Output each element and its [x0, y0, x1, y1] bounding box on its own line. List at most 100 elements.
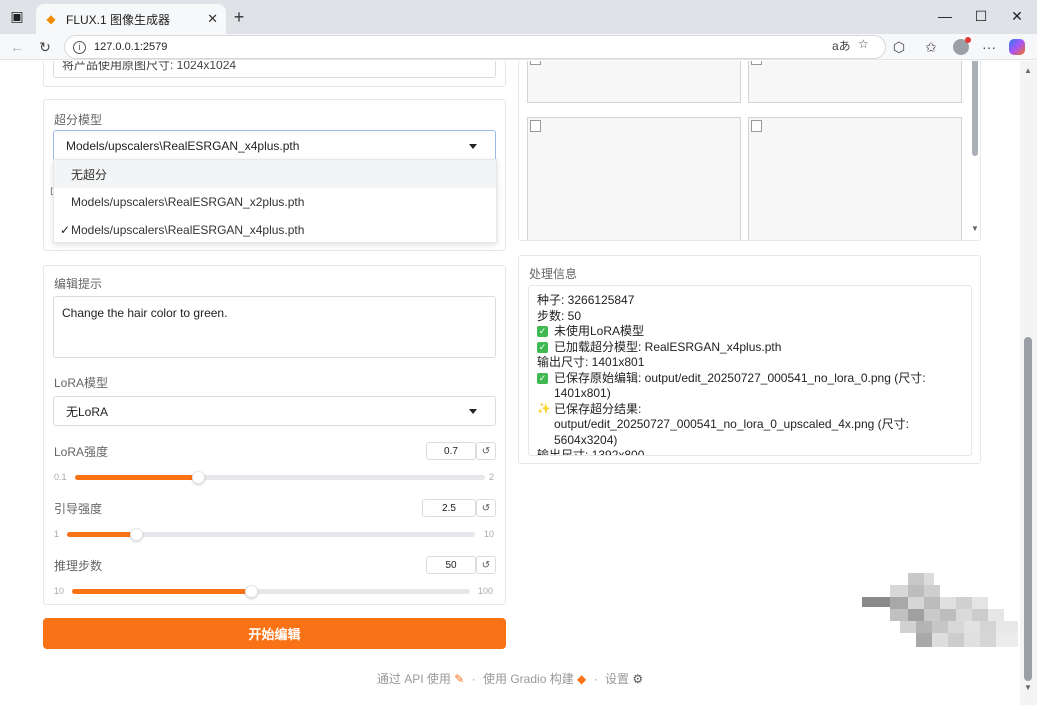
page-viewport: 将产品使用原图尺寸: 1024x1024 超分模型 Models/upscale…: [0, 61, 1020, 701]
guidance-reset-icon[interactable]: ↺: [476, 499, 496, 517]
back-icon[interactable]: ←: [6, 36, 28, 58]
sidebar-toggle-icon[interactable]: ▣: [0, 0, 34, 32]
minimize-icon[interactable]: —: [925, 0, 965, 32]
upscaler-selected: Models/upscalers\RealESRGAN_x4plus.pth: [66, 138, 300, 153]
footer-separator: ·: [593, 672, 598, 686]
gallery-image[interactable]: [527, 117, 741, 240]
address-bar[interactable]: i 127.0.0.1:2579: [64, 35, 886, 59]
broken-image-icon: [530, 61, 541, 65]
page-scrollbar[interactable]: ▲ ▼: [1020, 61, 1037, 705]
upscaler-option-x2[interactable]: Models/upscalers\RealESRGAN_x2plus.pth: [54, 188, 496, 216]
slider-thumb[interactable]: [245, 585, 259, 598]
upscaler-options-menu: 无超分 Models/upscalers\RealESRGAN_x2plus.p…: [53, 159, 497, 243]
guidance-slider[interactable]: [67, 528, 475, 541]
lora-strength-min: 0.1: [54, 472, 67, 482]
sparkle-icon: ✨: [537, 402, 551, 415]
upscaler-option-x4[interactable]: ✓ Models/upscalers\RealESRGAN_x4plus.pth: [54, 216, 496, 244]
info-line-text: 输出尺寸: 1392x800: [537, 448, 645, 456]
green-check-icon: ✓: [537, 372, 548, 384]
top-field-block: 将产品使用原图尺寸: 1024x1024: [43, 61, 506, 87]
chevron-down-icon: [469, 409, 477, 414]
guidance-label: 引导强度: [54, 502, 103, 516]
info-line-text: 已加载超分模型: RealESRGAN_x4plus.pth: [554, 339, 782, 354]
guidance-max: 10: [484, 529, 495, 539]
guidance-input[interactable]: 2.5: [422, 499, 476, 517]
gear-icon: ⚙: [632, 672, 644, 686]
guidance-min: 1: [54, 529, 60, 539]
translate-icon[interactable]: aあ: [832, 37, 851, 54]
info-line: 步数: 50: [537, 309, 963, 325]
maximize-icon[interactable]: ☐: [961, 0, 1001, 32]
lora-strength-label: LoRA强度: [54, 445, 109, 459]
info-line-text: 已保存超分结果: output/edit_20250727_000541_no_…: [554, 401, 909, 447]
slider-thumb[interactable]: [130, 528, 144, 541]
close-tab-icon[interactable]: ✕: [207, 11, 218, 27]
info-line-text: 未使用LoRA模型: [554, 324, 645, 338]
gallery-scrollbar[interactable]: [972, 61, 978, 156]
lora-model-dropdown[interactable]: 无LoRA: [53, 396, 496, 426]
chevron-down-icon: [469, 143, 477, 149]
slider-fill: [75, 475, 198, 480]
info-line: ✓ 已加载超分模型: RealESRGAN_x4plus.pth: [537, 340, 963, 356]
gallery-image[interactable]: [748, 117, 962, 240]
extensions-icon[interactable]: ⬡: [888, 36, 910, 58]
lora-strength-input[interactable]: 0.7: [426, 442, 476, 460]
site-info-icon[interactable]: i: [73, 40, 86, 54]
output-gallery: ▼: [518, 61, 981, 241]
steps-slider[interactable]: [72, 585, 470, 598]
start-edit-button[interactable]: 开始编辑: [43, 618, 506, 649]
favorite-star-icon[interactable]: ☆: [858, 37, 869, 51]
lora-strength-slider[interactable]: [75, 471, 485, 484]
url-text: 127.0.0.1:2579: [94, 41, 168, 53]
page-footer: 通过 API 使用 ✎ · 使用 Gradio 构建 ◆ · 设置 ⚙: [0, 670, 1020, 687]
broken-image-icon: [751, 120, 762, 132]
copilot-icon[interactable]: [1006, 36, 1028, 58]
gallery-scroll-down-icon[interactable]: ▼: [971, 224, 979, 233]
edit-settings-block: 编辑提示 Change the hair color to green. LoR…: [43, 265, 506, 605]
gradio-logo-icon: ◆: [577, 672, 587, 686]
settings-link[interactable]: 设置 ⚙: [605, 672, 643, 686]
close-window-icon[interactable]: ✕: [997, 0, 1037, 32]
slider-fill: [67, 532, 137, 537]
processing-info-textbox[interactable]: 种子: 3266125847 步数: 50 ✓ 未使用LoRA模型 ✓ 已加载超分模型: …: [528, 285, 972, 456]
built-with-gradio-link[interactable]: 使用 Gradio 构建 ◆: [483, 672, 586, 686]
info-line: 种子: 3266125847: [537, 293, 963, 309]
reload-icon[interactable]: ↻: [34, 36, 56, 58]
slider-fill: [72, 589, 252, 594]
upscaler-label: 超分模型: [54, 113, 103, 127]
gallery-image[interactable]: [748, 61, 962, 103]
broken-image-icon: [751, 61, 762, 65]
lora-strength-max: 2: [489, 472, 495, 482]
steps-max: 100: [478, 586, 494, 596]
green-check-icon: ✓: [537, 326, 548, 337]
slider-thumb[interactable]: [192, 471, 205, 484]
more-menu-icon[interactable]: ···: [978, 36, 1000, 58]
profile-avatar[interactable]: [950, 36, 972, 58]
browser-toolbar: ← ↻ i 127.0.0.1:2579 aあ ☆ ⬡ ✩ ···: [0, 34, 1037, 60]
scroll-up-icon[interactable]: ▲: [1024, 66, 1032, 75]
checkmark-icon: ✓: [60, 223, 71, 237]
new-tab-icon[interactable]: +: [228, 6, 250, 28]
info-line-text: 种子: 3266125847: [537, 293, 635, 307]
browser-tab[interactable]: ◆ FLUX.1 图像生成器 ✕: [36, 4, 226, 34]
info-line-text: 输出尺寸: 1401x801: [537, 355, 645, 369]
processing-info-label: 处理信息: [529, 267, 578, 281]
processing-info-lines: 种子: 3266125847 步数: 50 ✓ 未使用LoRA模型 ✓ 已加载超分模型: …: [529, 286, 971, 456]
scroll-down-icon[interactable]: ▼: [1024, 683, 1032, 692]
info-line-text: 步数: 50: [537, 308, 582, 323]
edit-prompt-textarea[interactable]: Change the hair color to green.: [53, 296, 496, 358]
lora-model-selected: 无LoRA: [66, 404, 109, 419]
favorites-icon[interactable]: ✩: [920, 36, 942, 58]
size-info-field[interactable]: 将产品使用原图尺寸: 1024x1024: [53, 61, 496, 78]
info-line: 输出尺寸: 1401x801: [537, 355, 963, 371]
lora-strength-reset-icon[interactable]: ↺: [476, 442, 496, 460]
gallery-image[interactable]: [527, 61, 741, 103]
info-line: ✓ 未使用LoRA模型: [537, 324, 963, 340]
upscaler-dropdown[interactable]: Models/upscalers\RealESRGAN_x4plus.pth: [53, 130, 496, 161]
use-via-api-link[interactable]: 通过 API 使用 ✎: [377, 672, 464, 686]
edit-prompt-label: 编辑提示: [54, 277, 103, 291]
upscaler-option-none[interactable]: 无超分: [54, 160, 496, 188]
steps-input[interactable]: 50: [426, 556, 476, 574]
scrollbar-thumb[interactable]: [1024, 337, 1032, 681]
steps-reset-icon[interactable]: ↺: [476, 556, 496, 574]
